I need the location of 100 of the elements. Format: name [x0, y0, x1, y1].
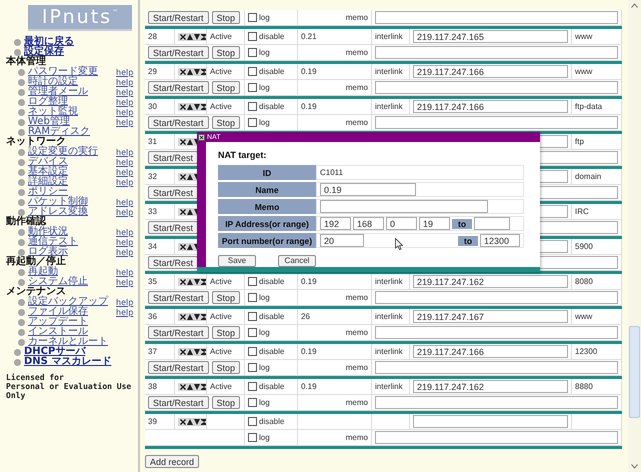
move-down-icon[interactable] — [194, 34, 200, 40]
move-down-icon[interactable] — [194, 104, 200, 110]
move-down-icon[interactable] — [194, 384, 200, 390]
checkbox[interactable] — [248, 67, 257, 76]
stop-button[interactable]: Stop — [212, 326, 240, 339]
menu-link[interactable]: 設定バックアップ — [28, 297, 116, 307]
hourglass-icon[interactable] — [201, 314, 206, 320]
ip-field[interactable]: 219.117.247.162 — [413, 380, 568, 393]
move-down-icon[interactable] — [194, 418, 200, 424]
start-restart-button[interactable]: Start/Rest — [148, 221, 198, 234]
checkbox[interactable] — [248, 13, 257, 22]
stop-button[interactable]: Stop — [212, 291, 240, 304]
checkbox[interactable] — [248, 118, 257, 127]
start-restart-button[interactable]: Start/Restart — [148, 326, 209, 339]
menu-link[interactable]: 再起動 — [28, 267, 116, 277]
menu-link[interactable]: インストール — [28, 327, 116, 337]
delete-icon[interactable] — [180, 34, 186, 40]
menu-link[interactable]: 通信テスト — [28, 237, 116, 247]
menu-link[interactable]: RAMディスク — [28, 127, 116, 137]
hourglass-icon[interactable] — [201, 68, 206, 74]
help-link[interactable]: help — [116, 88, 134, 96]
menu-link[interactable]: ポリシー — [28, 187, 116, 197]
memo-field[interactable] — [375, 431, 618, 444]
start-restart-button[interactable]: Start/Restart — [148, 116, 209, 129]
memo-field[interactable] — [375, 361, 618, 374]
hourglass-icon[interactable] — [201, 348, 206, 354]
move-down-icon[interactable] — [194, 314, 200, 320]
help-link[interactable]: help — [116, 108, 134, 116]
ip-to-field[interactable] — [474, 217, 510, 230]
start-restart-button[interactable]: Start/Restart — [148, 81, 209, 94]
name-field[interactable]: 0.19 — [320, 183, 416, 196]
ip-octet-field[interactable]: 19 — [419, 217, 450, 230]
menu-link[interactable]: アドレス変換 — [28, 207, 116, 217]
move-down-icon[interactable] — [194, 348, 200, 354]
scroll-down-icon[interactable] — [631, 464, 638, 469]
move-down-icon[interactable] — [194, 278, 200, 284]
menu-link[interactable]: アップデート — [28, 317, 116, 327]
checkbox[interactable] — [248, 293, 257, 302]
hourglass-icon[interactable] — [201, 278, 206, 284]
close-icon[interactable] — [198, 134, 205, 140]
move-down-icon[interactable] — [194, 68, 200, 74]
help-link[interactable]: help — [116, 228, 134, 236]
memo-field[interactable] — [375, 46, 618, 59]
stop-button[interactable]: Stop — [212, 116, 240, 129]
start-restart-button[interactable]: Start/Restart — [148, 11, 209, 24]
ip-octet-field[interactable]: 0 — [386, 217, 417, 230]
help-link[interactable]: help — [116, 118, 134, 126]
start-restart-button[interactable]: Start/Rest — [148, 151, 198, 164]
start-restart-button[interactable]: Start/Rest — [148, 186, 198, 199]
port-field[interactable]: 20 — [320, 234, 364, 247]
menu-link[interactable]: パスワード変更 — [28, 67, 116, 77]
menu-link[interactable]: ネット監視 — [28, 107, 116, 117]
stop-button[interactable]: Stop — [212, 11, 240, 24]
ip-octet-field[interactable]: 168 — [353, 217, 384, 230]
delete-icon[interactable] — [180, 314, 186, 320]
help-link[interactable]: help — [116, 168, 134, 176]
move-up-icon[interactable] — [187, 244, 193, 250]
menu-link[interactable]: システム停止 — [28, 277, 116, 287]
ip-field[interactable] — [413, 415, 568, 428]
delete-icon[interactable] — [180, 348, 186, 354]
scroll-up-icon[interactable] — [631, 3, 638, 8]
menu-link[interactable]: 設定保存 — [24, 47, 64, 57]
ip-field[interactable]: 219.117.247.167 — [413, 310, 568, 323]
help-link[interactable]: help — [116, 178, 134, 186]
start-restart-button[interactable]: Start/Restart — [148, 291, 209, 304]
help-link[interactable]: help — [116, 148, 134, 156]
stop-button[interactable]: Stop — [212, 361, 240, 374]
move-up-icon[interactable] — [187, 138, 193, 144]
checkbox[interactable] — [248, 48, 257, 57]
menu-link[interactable]: ファイル保存 — [28, 307, 116, 317]
hourglass-icon[interactable] — [201, 34, 206, 40]
help-link[interactable]: help — [116, 248, 134, 256]
port-to-field[interactable]: 12300 — [480, 234, 520, 247]
ip-field[interactable]: 219.117.247.166 — [413, 65, 568, 78]
help-link[interactable]: help — [116, 158, 134, 166]
ip-field[interactable]: 219.117.247.162 — [413, 275, 568, 288]
help-link[interactable]: help — [116, 208, 134, 216]
menu-link[interactable]: DHCPサーバ — [24, 347, 86, 357]
move-up-icon[interactable] — [187, 208, 193, 214]
stop-button[interactable]: Stop — [212, 81, 240, 94]
menu-link[interactable]: ログ表示 — [28, 247, 116, 257]
move-up-icon[interactable] — [187, 104, 193, 110]
menu-link[interactable]: カーネルとルート — [28, 337, 116, 347]
menu-link[interactable]: 設定変更の実行 — [28, 147, 116, 157]
move-up-icon[interactable] — [187, 418, 193, 424]
help-link[interactable]: help — [116, 78, 134, 86]
checkbox[interactable] — [248, 363, 257, 372]
checkbox[interactable] — [248, 433, 257, 442]
stop-button[interactable]: Stop — [212, 46, 240, 59]
help-link[interactable]: help — [116, 68, 134, 76]
help-link[interactable]: help — [116, 98, 134, 106]
memo-field[interactable] — [375, 396, 618, 409]
checkbox[interactable] — [248, 398, 257, 407]
memo-field[interactable] — [375, 326, 618, 339]
memo-field[interactable] — [375, 116, 618, 129]
delete-icon[interactable] — [180, 104, 186, 110]
checkbox[interactable] — [248, 102, 257, 111]
ip-field[interactable]: 219.117.247.166 — [413, 345, 568, 358]
memo-field[interactable] — [375, 11, 618, 24]
save-button[interactable]: Save — [218, 255, 256, 267]
